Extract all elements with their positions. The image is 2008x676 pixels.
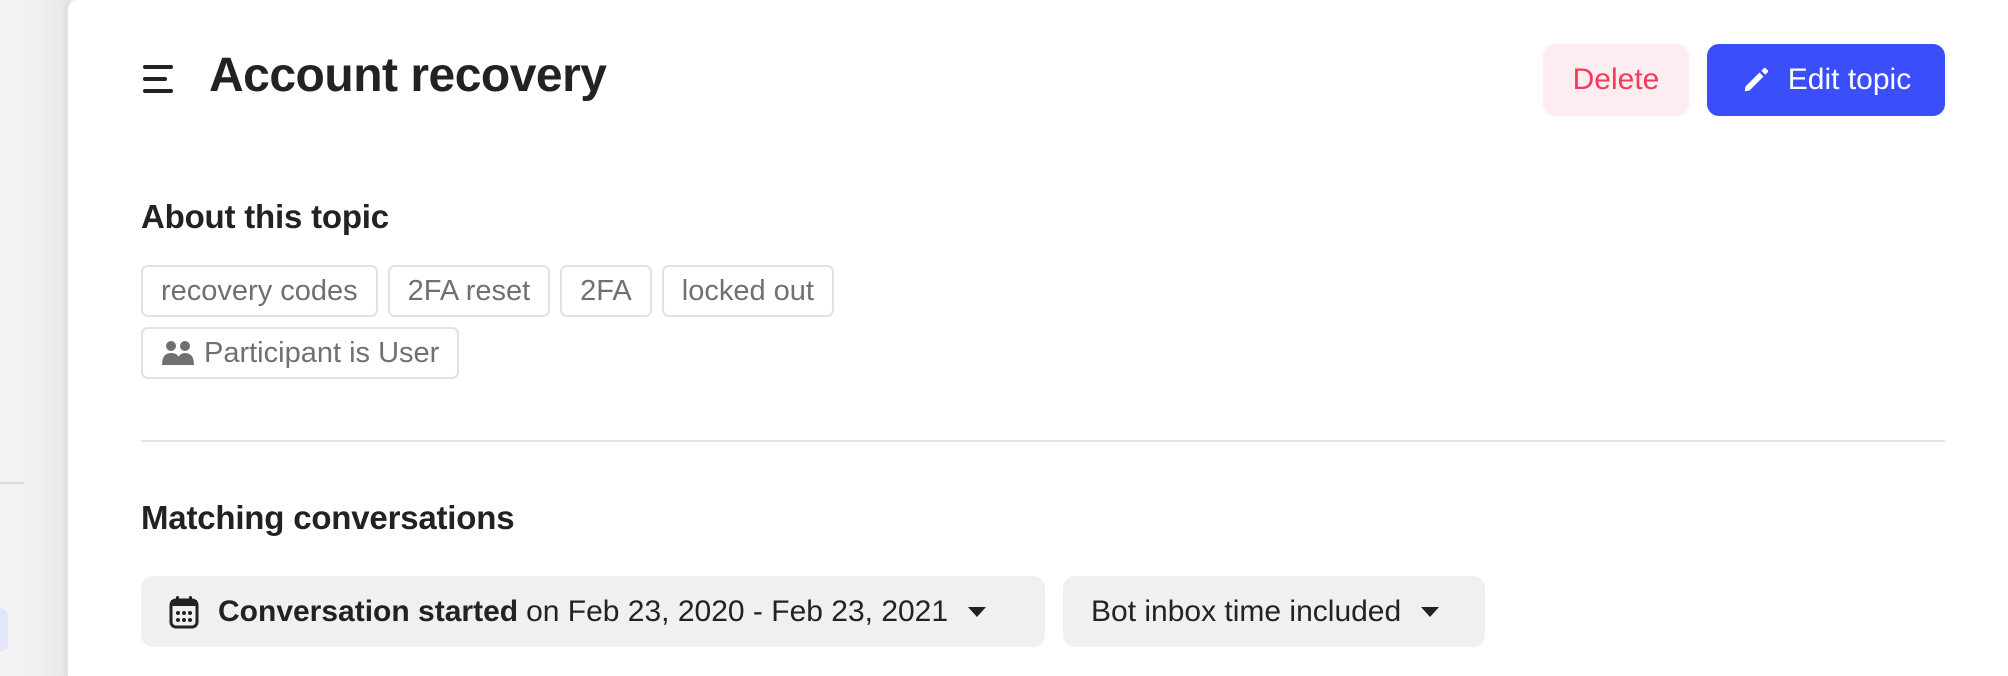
page-title: Account recovery xyxy=(209,49,607,102)
sidebar-divider xyxy=(0,482,24,484)
keyword-tag-label: recovery codes xyxy=(161,275,358,307)
edit-topic-button-label: Edit topic xyxy=(1787,63,1912,96)
edit-topic-button[interactable]: Edit topic xyxy=(1707,44,1945,116)
sidebar-item-active[interactable] xyxy=(0,608,8,652)
keyword-tag[interactable]: 2FA xyxy=(560,265,652,317)
calendar-icon xyxy=(169,595,199,628)
section-divider xyxy=(141,440,1945,442)
pencil-icon xyxy=(1744,67,1768,92)
keyword-tags-row: recovery codes 2FA reset 2FA locked out xyxy=(141,265,941,317)
keyword-tag[interactable]: recovery codes xyxy=(141,265,378,317)
keyword-tag-label: locked out xyxy=(681,275,814,307)
caret-down-icon xyxy=(968,606,987,617)
keyword-tag[interactable]: locked out xyxy=(661,265,834,317)
people-icon xyxy=(162,341,194,365)
bot-filter-label: Bot inbox time included xyxy=(1091,594,1402,628)
date-filter-field-label: Conversation started xyxy=(218,594,519,628)
hamburger-menu-icon[interactable] xyxy=(143,62,175,96)
keyword-tag[interactable]: 2FA reset xyxy=(387,265,551,317)
caret-down-icon xyxy=(1421,606,1440,617)
topic-tags: recovery codes 2FA reset 2FA locked out … xyxy=(141,265,941,389)
bot-inbox-time-filter[interactable]: Bot inbox time included xyxy=(1063,576,1485,647)
matching-section-title: Matching conversations xyxy=(141,499,515,536)
about-section-title: About this topic xyxy=(141,198,389,235)
sidebar xyxy=(0,0,70,676)
delete-button-label: Delete xyxy=(1572,63,1660,96)
date-range-filter[interactable]: Conversation started on Feb 23, 2020 - F… xyxy=(141,576,1045,647)
keyword-tag-label: 2FA reset xyxy=(407,275,531,307)
topic-panel: Account recovery Delete Edit topic About… xyxy=(67,0,2008,676)
participant-filter-label: Participant is User xyxy=(204,337,440,369)
participant-filter-tag[interactable]: Participant is User xyxy=(141,327,460,379)
date-filter-range: on Feb 23, 2020 - Feb 23, 2021 xyxy=(526,594,949,628)
delete-button[interactable]: Delete xyxy=(1543,44,1689,116)
participant-tags-row: Participant is User xyxy=(141,327,941,379)
keyword-tag-label: 2FA xyxy=(580,275,632,307)
